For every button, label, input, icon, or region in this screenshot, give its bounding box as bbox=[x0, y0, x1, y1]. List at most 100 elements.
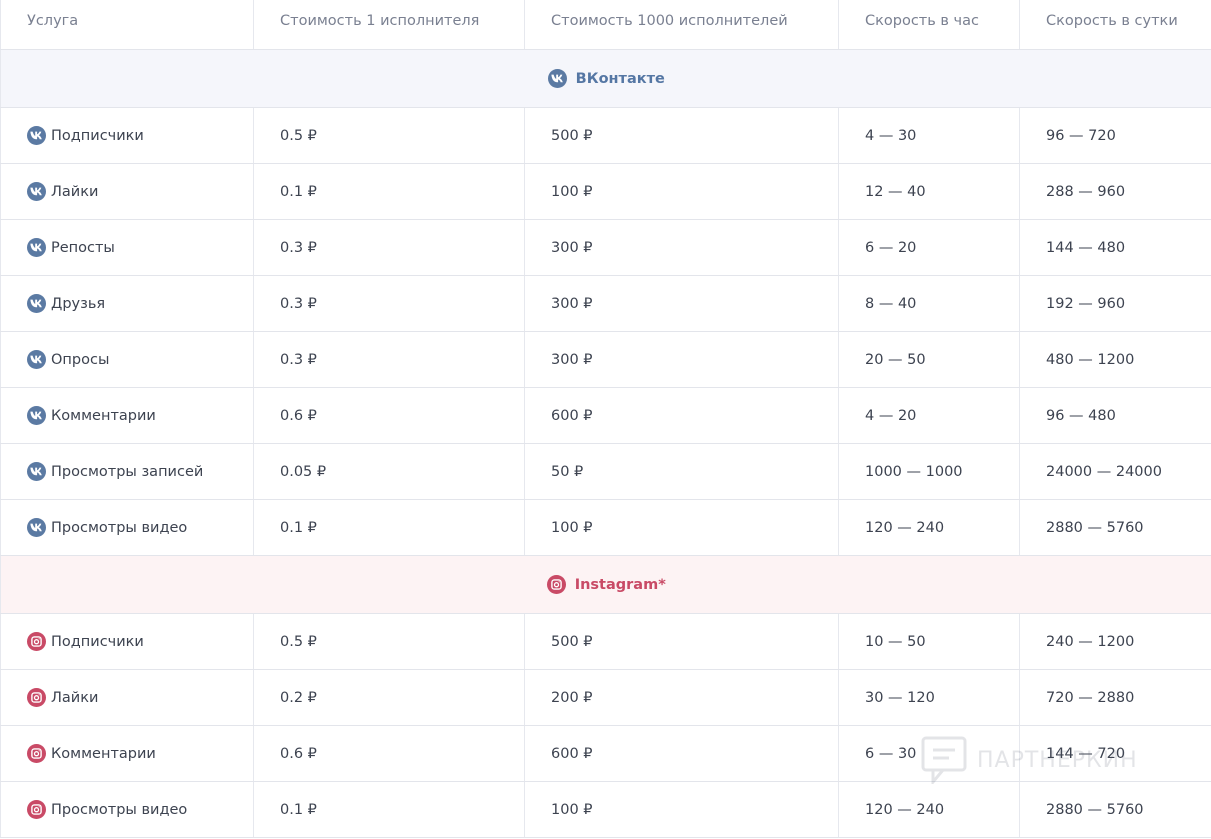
table-row: Друзья 0.3 ₽300 ₽8 — 40 192 — 960 bbox=[0, 275, 1211, 332]
group-label: ВКонтакте bbox=[547, 69, 665, 88]
service-name: Опросы bbox=[51, 351, 110, 368]
service-label: Просмотры видео bbox=[27, 800, 253, 819]
pricing-table: Услуга Стоимость 1 исполнителя Стоимость… bbox=[0, 0, 1211, 838]
cell-speed-day: 144 — 720 bbox=[1019, 725, 1211, 782]
cell-price-thousand: 100 ₽ bbox=[524, 499, 839, 556]
cell-price-thousand: 300 ₽ bbox=[524, 275, 839, 332]
header-speed-hour: Скорость в час bbox=[838, 0, 1020, 50]
cell-service: Друзья bbox=[0, 275, 254, 332]
service-label: Комментарии bbox=[27, 406, 253, 425]
cell-service: Подписчики bbox=[0, 107, 254, 164]
cell-speed-day: 288 — 960 bbox=[1019, 163, 1211, 220]
cell-price-one: 0.2 ₽ bbox=[253, 669, 525, 726]
group-row-ig: Instagram* bbox=[0, 555, 1211, 614]
cell-service: Комментарии bbox=[0, 387, 254, 444]
cell-price-thousand: 100 ₽ bbox=[524, 163, 839, 220]
group-label: Instagram* bbox=[546, 575, 666, 594]
cell-price-one: 0.3 ₽ bbox=[253, 219, 525, 276]
cell-price-one: 0.5 ₽ bbox=[253, 613, 525, 670]
cell-price-one: 0.1 ₽ bbox=[253, 781, 525, 838]
vk-icon bbox=[27, 182, 46, 201]
vk-icon bbox=[27, 294, 46, 313]
cell-speed-day: 96 — 720 bbox=[1019, 107, 1211, 164]
service-name: Лайки bbox=[51, 183, 99, 200]
table-row: Просмотры видео 0.1 ₽100 ₽120 — 240 2880 —… bbox=[0, 781, 1211, 838]
vk-icon bbox=[27, 462, 46, 481]
table-row: Подписчики 0.5 ₽500 ₽4 — 30 96 — 720 bbox=[0, 107, 1211, 164]
table-row: Опросы 0.3 ₽300 ₽20 — 50 480 — 1200 bbox=[0, 331, 1211, 388]
cell-service: Подписчики bbox=[0, 613, 254, 670]
cell-speed-day: 480 — 1200 bbox=[1019, 331, 1211, 388]
service-label: Просмотры записей bbox=[27, 462, 253, 481]
service-name: Просмотры записей bbox=[51, 463, 204, 480]
header-price-thousand: Стоимость 1000 исполнителей bbox=[524, 0, 839, 50]
cell-price-one: 0.6 ₽ bbox=[253, 387, 525, 444]
cell-speed-hour: 30 — 120 bbox=[838, 669, 1020, 726]
table-row: Подписчики 0.5 ₽500 ₽10 — 50 240 — 1200 bbox=[0, 613, 1211, 670]
cell-price-thousand: 100 ₽ bbox=[524, 781, 839, 838]
cell-price-thousand: 300 ₽ bbox=[524, 331, 839, 388]
cell-price-one: 0.3 ₽ bbox=[253, 331, 525, 388]
cell-speed-hour: 20 — 50 bbox=[838, 331, 1020, 388]
cell-speed-day: 96 — 480 bbox=[1019, 387, 1211, 444]
instagram-icon bbox=[27, 800, 46, 819]
cell-speed-hour: 12 — 40 bbox=[838, 163, 1020, 220]
cell-service: Лайки bbox=[0, 163, 254, 220]
cell-price-one: 0.6 ₽ bbox=[253, 725, 525, 782]
header-row: Услуга Стоимость 1 исполнителя Стоимость… bbox=[0, 0, 1211, 50]
service-label: Лайки bbox=[27, 688, 253, 707]
table-row: Просмотры видео 0.1 ₽100 ₽120 — 240 2880 —… bbox=[0, 499, 1211, 556]
instagram-icon bbox=[546, 575, 566, 594]
cell-price-thousand: 600 ₽ bbox=[524, 387, 839, 444]
service-label: Подписчики bbox=[27, 126, 253, 145]
vk-icon bbox=[27, 518, 46, 537]
service-label: Подписчики bbox=[27, 632, 253, 651]
cell-speed-day: 24000 — 24000 bbox=[1019, 443, 1211, 500]
service-name: Лайки bbox=[51, 689, 99, 706]
cell-speed-hour: 1000 — 1000 bbox=[838, 443, 1020, 500]
vk-icon bbox=[27, 350, 46, 369]
cell-price-one: 0.3 ₽ bbox=[253, 275, 525, 332]
cell-price-one: 0.1 ₽ bbox=[253, 163, 525, 220]
cell-service: Просмотры видео bbox=[0, 781, 254, 838]
cell-speed-hour: 8 — 40 bbox=[838, 275, 1020, 332]
instagram-icon bbox=[27, 688, 46, 707]
group-row-vk: ВКонтакте bbox=[0, 49, 1211, 108]
group-name: ВКонтакте bbox=[575, 70, 665, 87]
service-name: Друзья bbox=[51, 295, 106, 312]
table-body: ВКонтакте Подписчики 0.5 ₽500 ₽4 — 30 96 —… bbox=[0, 49, 1211, 838]
cell-price-thousand: 200 ₽ bbox=[524, 669, 839, 726]
service-name: Репосты bbox=[51, 239, 115, 256]
cell-service: Комментарии bbox=[0, 725, 254, 782]
vk-icon bbox=[27, 126, 46, 145]
service-label: Комментарии bbox=[27, 744, 253, 763]
header-price-one: Стоимость 1 исполнителя bbox=[253, 0, 525, 50]
cell-speed-day: 192 — 960 bbox=[1019, 275, 1211, 332]
group-header-cell: Instagram* bbox=[0, 555, 1211, 614]
service-label: Друзья bbox=[27, 294, 253, 313]
cell-price-thousand: 500 ₽ bbox=[524, 107, 839, 164]
table-row: Комментарии 0.6 ₽600 ₽4 — 20 96 — 480 bbox=[0, 387, 1211, 444]
vk-icon bbox=[27, 238, 46, 257]
service-label: Опросы bbox=[27, 350, 253, 369]
cell-speed-hour: 4 — 30 bbox=[838, 107, 1020, 164]
group-header-cell: ВКонтакте bbox=[0, 49, 1211, 108]
service-name: Комментарии bbox=[51, 407, 156, 424]
cell-speed-day: 2880 — 5760 bbox=[1019, 781, 1211, 838]
table-row: Просмотры записей 0.05 ₽50 ₽1000 — 1000 24… bbox=[0, 443, 1211, 500]
cell-speed-hour: 120 — 240 bbox=[838, 499, 1020, 556]
table-row: Лайки 0.1 ₽100 ₽12 — 40 288 — 960 bbox=[0, 163, 1211, 220]
cell-speed-day: 2880 — 5760 bbox=[1019, 499, 1211, 556]
service-name: Просмотры видео bbox=[51, 519, 188, 536]
service-label: Лайки bbox=[27, 182, 253, 201]
vk-icon bbox=[547, 69, 567, 88]
cell-speed-day: 144 — 480 bbox=[1019, 219, 1211, 276]
cell-price-thousand: 50 ₽ bbox=[524, 443, 839, 500]
cell-speed-hour: 4 — 20 bbox=[838, 387, 1020, 444]
cell-service: Репосты bbox=[0, 219, 254, 276]
cell-speed-hour: 120 — 240 bbox=[838, 781, 1020, 838]
table-row: Лайки 0.2 ₽200 ₽30 — 120 720 — 2880 bbox=[0, 669, 1211, 726]
cell-service: Опросы bbox=[0, 331, 254, 388]
cell-price-thousand: 500 ₽ bbox=[524, 613, 839, 670]
instagram-icon bbox=[27, 632, 46, 651]
